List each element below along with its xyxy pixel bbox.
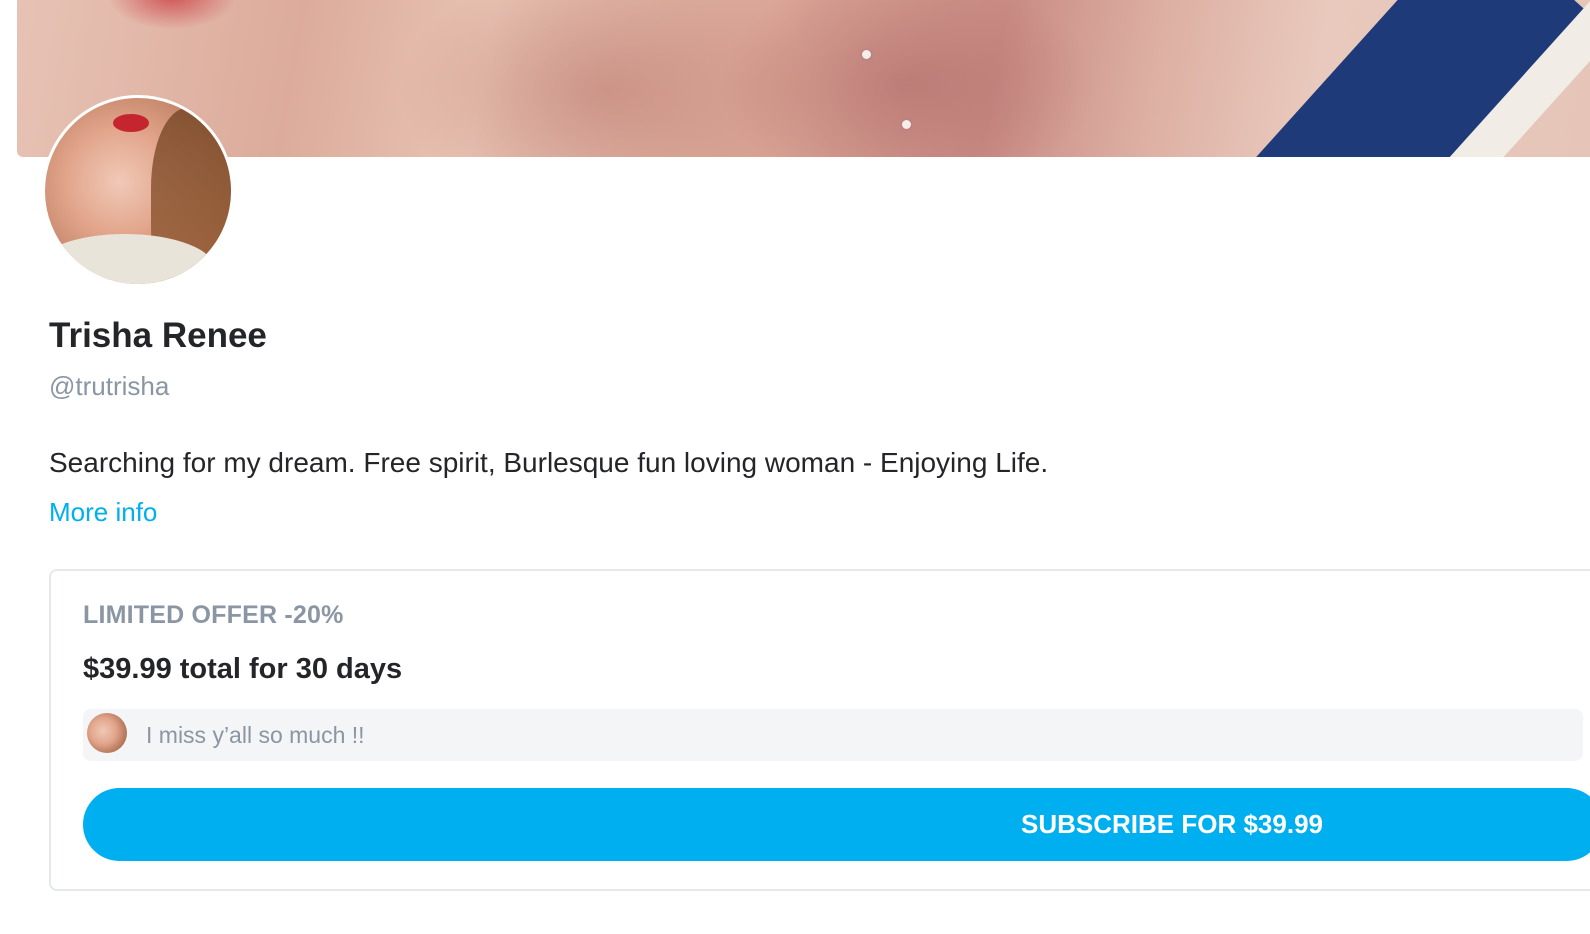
more-info-link[interactable]: More info <box>49 497 157 528</box>
offer-label: LIMITED OFFER -20% <box>83 601 344 629</box>
price-text: $39.99 total for 30 days <box>83 653 403 685</box>
message-text: I miss y’all so much !! <box>146 722 365 748</box>
profile-bio: Searching for my dream. Free spirit, Bur… <box>49 447 1049 478</box>
subscription-card: LIMITED OFFER -20% $39.99 total for 30 d… <box>49 569 1590 891</box>
subscribe-button[interactable]: SUBSCRIBE FOR $39.99 <box>83 788 1590 861</box>
profile-name: Trisha Renee <box>49 316 267 355</box>
subscribe-button-label: SUBSCRIBE FOR $39.99 <box>1021 809 1323 839</box>
message-avatar <box>87 713 127 753</box>
cover-image <box>17 0 1590 157</box>
creator-message: I miss y’all so much !! <box>83 709 1583 761</box>
profile-handle: @trutrisha <box>49 371 170 401</box>
avatar[interactable] <box>42 95 234 287</box>
